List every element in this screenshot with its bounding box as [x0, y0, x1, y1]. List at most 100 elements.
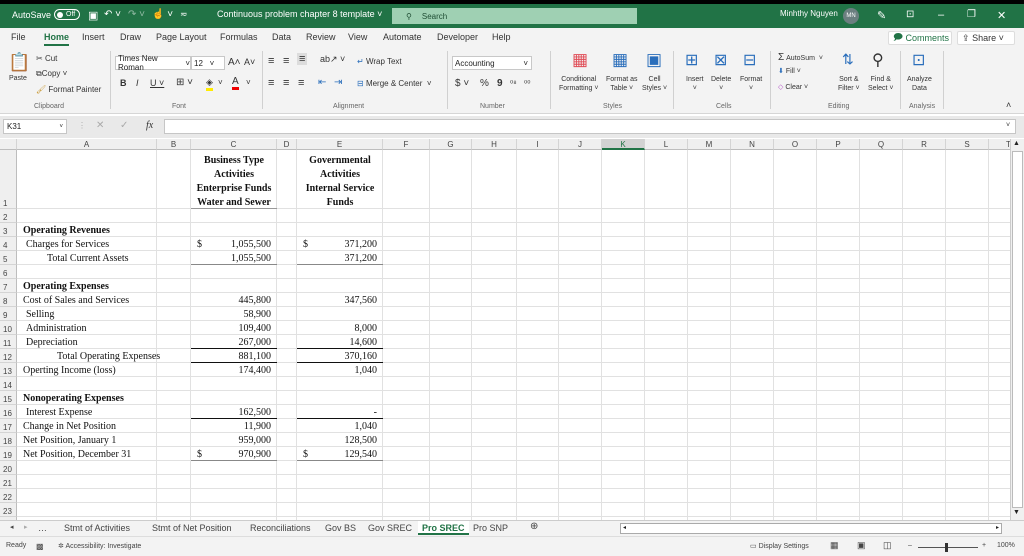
tab-formulas[interactable]: Formulas	[220, 32, 258, 42]
delete-cells-button[interactable]: Delete ˅	[711, 75, 731, 93]
row-label[interactable]: Total Operating Expenses	[57, 349, 160, 362]
tab-data[interactable]: Data	[272, 32, 291, 42]
fill-color-icon[interactable]: ◈	[206, 77, 213, 91]
percent-icon[interactable]: %	[480, 78, 489, 89]
value-cell-e[interactable]	[297, 307, 377, 320]
bold-button[interactable]: B	[120, 78, 127, 88]
find-select-button[interactable]: Find & Select ˅	[868, 75, 894, 93]
redo-icon[interactable]: ↷ ˅	[128, 9, 145, 20]
wrap-text-button[interactable]: ↵ Wrap Text	[357, 57, 402, 66]
value-cell-c[interactable]: 445,800	[191, 293, 272, 306]
borders-icon[interactable]: ⊞ ˅	[176, 77, 193, 88]
comma-icon[interactable]: 9	[497, 78, 503, 89]
row-header-17[interactable]: 17	[0, 419, 17, 433]
row-header-3[interactable]: 3	[0, 223, 17, 237]
insert-function-icon[interactable]: fx	[146, 120, 153, 131]
row-header-4[interactable]: 4	[0, 237, 17, 251]
number-format-dropdown[interactable]: Accounting ˅	[452, 56, 532, 70]
row-header-14[interactable]: 14	[0, 377, 17, 391]
value-cell-e[interactable]: 371,200	[297, 237, 378, 250]
hscroll-left-icon[interactable]: ◂	[623, 524, 626, 531]
underline-button[interactable]: U ˅	[150, 78, 164, 88]
paste-button[interactable]: Paste	[9, 75, 27, 82]
decrease-indent-icon[interactable]: ⇤	[318, 77, 326, 88]
row-label[interactable]: Operating Revenues	[23, 223, 110, 236]
scroll-thumb[interactable]	[1012, 151, 1023, 508]
customize-qat-icon[interactable]: ≂	[180, 9, 188, 20]
paste-icon[interactable]: 📋	[8, 52, 30, 73]
align-center-icon[interactable]: ≡	[283, 77, 289, 89]
value-cell-e[interactable]: 371,200	[297, 251, 378, 264]
increase-indent-icon[interactable]: ⇥	[334, 77, 342, 88]
column-header-h[interactable]: H	[472, 139, 517, 150]
tab-insert[interactable]: Insert	[82, 32, 105, 42]
close-icon[interactable]: ✕	[997, 9, 1006, 22]
page-layout-view-icon[interactable]: ▣	[857, 540, 866, 551]
tab-home[interactable]: Home	[44, 32, 70, 46]
touch-mode-icon[interactable]: ☝ ˅	[152, 9, 173, 20]
column-header-c[interactable]: C	[191, 139, 277, 150]
sheet-tab[interactable]: Stmt of Net Position	[152, 523, 232, 533]
sheet-tab[interactable]: Reconciliations	[250, 523, 311, 533]
column-header-g[interactable]: G	[430, 139, 472, 150]
value-cell-c[interactable]: 970,900	[191, 447, 272, 460]
column-header-e[interactable]: E	[297, 139, 383, 150]
column-header-l[interactable]: L	[645, 139, 688, 150]
tab-view[interactable]: View	[348, 32, 367, 42]
value-cell-e[interactable]: 370,160	[297, 349, 378, 362]
row-label[interactable]: Nonoperating Expenses	[23, 391, 124, 404]
fill-button[interactable]: ⬇ Fill ˅	[778, 67, 801, 75]
value-cell-e[interactable]: 8,000	[297, 321, 378, 334]
tab-draw[interactable]: Draw	[120, 32, 141, 42]
row-label[interactable]: Operating Expenses	[23, 279, 109, 292]
hscroll-right-icon[interactable]: ▸	[996, 524, 999, 531]
formula-input[interactable]	[164, 119, 1016, 134]
zoom-in-icon[interactable]: +	[982, 542, 986, 549]
tab-scroll-right-icon[interactable]: ▸	[24, 523, 28, 531]
normal-view-icon[interactable]: ▦	[830, 540, 839, 551]
column-header-i[interactable]: I	[517, 139, 559, 150]
format-cells-button[interactable]: Format ˅	[740, 75, 762, 93]
font-color-dropdown[interactable]: ˅	[246, 78, 251, 87]
value-cell-c[interactable]: 58,900	[191, 307, 272, 320]
row-label[interactable]: Cost of Sales and Services	[23, 293, 129, 306]
add-sheet-icon[interactable]: ⊕	[530, 521, 538, 532]
analyze-data-icon[interactable]: ⊡	[912, 50, 925, 70]
spreadsheet-grid[interactable]: A B C D E F G H I J K L M N O P Q R S T 1 2 3 4 5 6 7 8 9 10 11 12 13 14 1…	[0, 139, 1010, 520]
name-box[interactable]: K31 ˅	[3, 119, 67, 134]
increase-font-icon[interactable]: A˄	[228, 57, 241, 68]
value-cell-c[interactable]: 959,000	[191, 433, 272, 446]
enter-icon[interactable]: ✓	[120, 120, 128, 131]
row-header-1[interactable]: 1	[0, 150, 17, 209]
row-header-22[interactable]: 22	[0, 489, 17, 503]
row-label[interactable]: Administration	[26, 321, 87, 334]
row-label[interactable]: Charges for Services	[26, 237, 109, 250]
top-align-icon[interactable]: ≡	[268, 55, 274, 67]
row-label[interactable]: Net Position, December 31	[23, 447, 131, 460]
page-break-view-icon[interactable]: ◫	[883, 540, 892, 551]
row-label[interactable]: Depreciation	[26, 335, 78, 348]
column-header-t[interactable]: T	[989, 139, 1010, 150]
row-header-18[interactable]: 18	[0, 433, 17, 447]
row-header-12[interactable]: 12	[0, 349, 17, 363]
cancel-icon[interactable]: ✕	[96, 120, 104, 131]
font-color-icon[interactable]: A	[232, 76, 239, 90]
tab-developer[interactable]: Developer	[437, 32, 478, 42]
column-header-r[interactable]: R	[903, 139, 946, 150]
search-input[interactable]: ⚲ Search	[392, 8, 637, 24]
clear-button[interactable]: ◇ Clear ˅	[778, 83, 808, 91]
row-header-9[interactable]: 9	[0, 307, 17, 321]
row-header-23[interactable]: 23	[0, 503, 17, 517]
zoom-slider[interactable]	[918, 547, 978, 548]
column-header-o[interactable]: O	[774, 139, 817, 150]
fill-color-dropdown[interactable]: ˅	[218, 78, 223, 87]
ribbon-display-icon[interactable]: ⊡	[906, 9, 914, 20]
tab-page-layout[interactable]: Page Layout	[156, 32, 207, 42]
autosave-control[interactable]: AutoSave Off	[12, 9, 81, 20]
row-label[interactable]: Interest Expense	[26, 405, 92, 418]
select-all-corner[interactable]	[0, 139, 17, 150]
row-header-19[interactable]: 19	[0, 447, 17, 461]
sort-filter-icon[interactable]: ⇅	[842, 51, 854, 68]
value-cell-c[interactable]: 162,500	[191, 405, 272, 418]
column-header-s[interactable]: S	[946, 139, 989, 150]
